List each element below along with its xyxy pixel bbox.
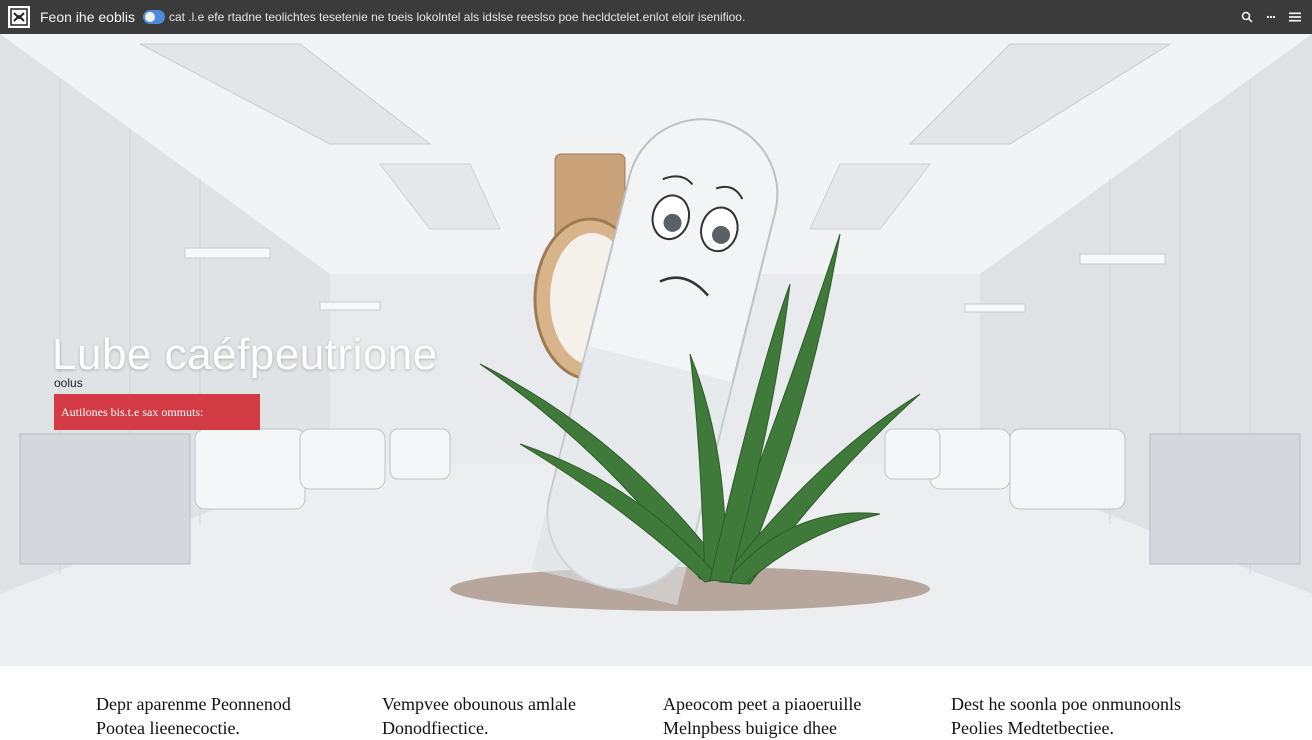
hero-title: Lube caéfpeutrione	[52, 330, 438, 379]
logo-mark-icon	[10, 8, 28, 26]
feature-item[interactable]: Dest he soonla poe onmunoonls Peolies Me…	[951, 692, 1221, 740]
feature-line: Pootea lieenecoctie.	[96, 718, 240, 738]
site-name[interactable]: Feon ihe eoblis	[40, 9, 135, 25]
feature-line: Dest he soonla poe onmunoonls	[951, 694, 1181, 714]
feature-line: Depr aparenme Peonnenod	[96, 694, 291, 714]
hero-banner: Lube caéfpeutrione oolus Autilones bis.t…	[0, 34, 1312, 666]
header-actions	[1240, 0, 1302, 34]
feature-line: Apeocom peet a piaoeruille	[663, 694, 862, 714]
header-ticker-text: cat .l.e efe rtadne teolichtes tesetenie…	[168, 10, 746, 24]
feature-item[interactable]: Vempvee obounous amlale Donodfiectice.	[382, 692, 652, 740]
site-logo[interactable]	[8, 6, 30, 28]
feature-line: Melnpbess buigice dhee	[663, 718, 837, 738]
search-icon[interactable]	[1240, 10, 1254, 24]
more-dots-icon[interactable]	[1264, 10, 1278, 24]
feature-line: Donodfiectice.	[382, 718, 489, 738]
feature-line: Vempvee obounous amlale	[382, 694, 576, 714]
hero-cta-button[interactable]: Autilones bis.t.e sax ommuts:	[54, 394, 260, 430]
feature-line: Peolies Medtetbectiee.	[951, 718, 1114, 738]
feature-strip: Depr aparenme Peonnenod Pootea lieenecoc…	[0, 666, 1312, 738]
top-navigation-bar: Feon ihe eoblis cat .l.e efe rtadne teol…	[0, 0, 1312, 34]
feature-item[interactable]: Apeocom peet a piaoeruille Melnpbess bui…	[663, 692, 933, 740]
hamburger-menu-icon[interactable]	[1288, 10, 1302, 24]
toggle-switch[interactable]	[142, 10, 165, 24]
hero-subtitle: oolus	[54, 376, 83, 390]
feature-item[interactable]: Depr aparenme Peonnenod Pootea lieenecoc…	[96, 692, 366, 740]
